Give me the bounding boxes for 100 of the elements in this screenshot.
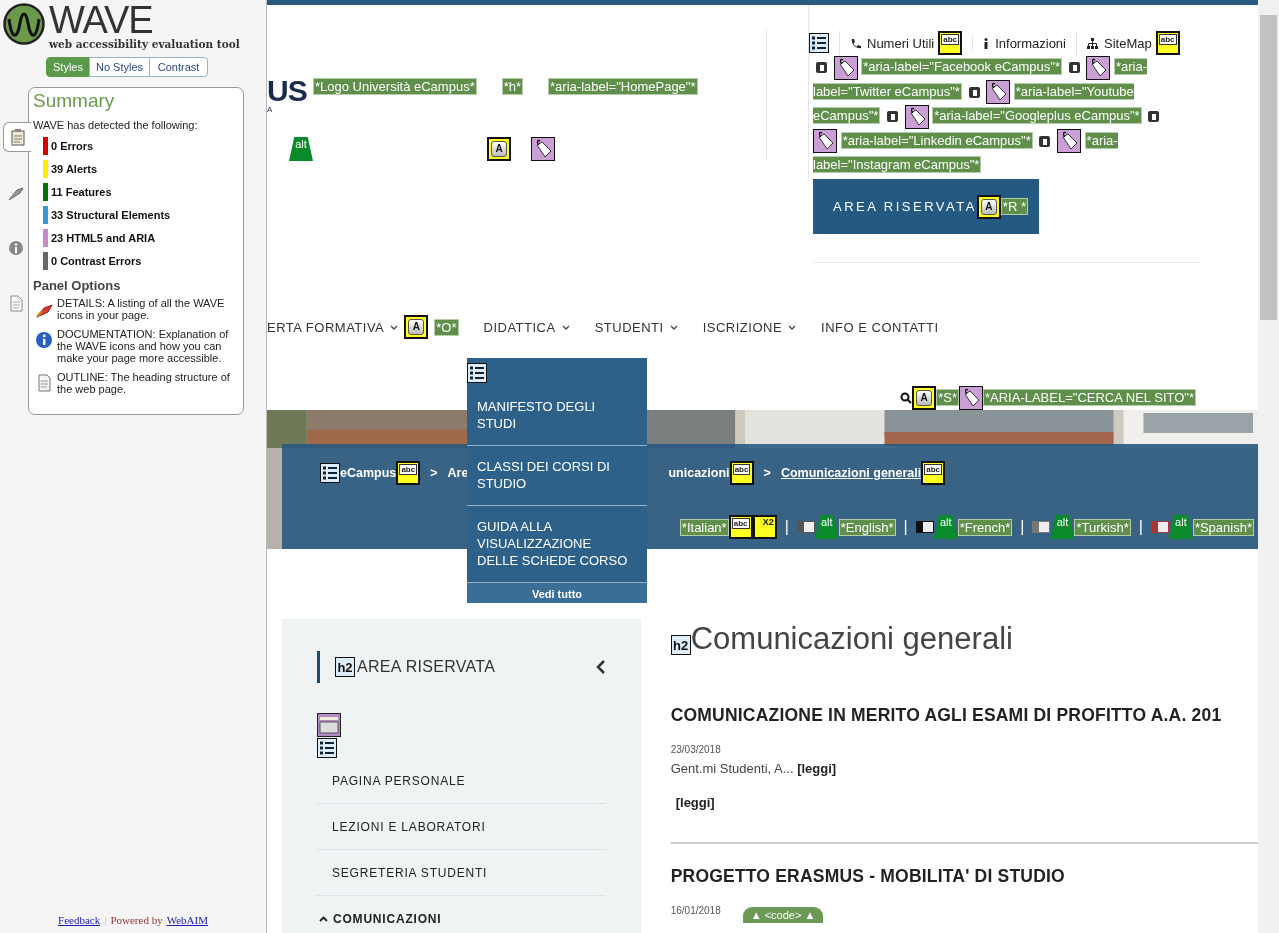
- sidebar-item-label: PAGINA PERSONALE: [332, 773, 466, 788]
- wave-label: *O*: [434, 318, 459, 336]
- summary-intro: WAVE has detected the following:: [33, 119, 199, 131]
- view-tab[interactable]: Contrast: [149, 57, 209, 77]
- tag-icon: [904, 104, 929, 129]
- sidebar-item-label: LEZIONI E LABORATORI: [332, 819, 486, 834]
- tag-icon: [833, 55, 858, 80]
- sidebar-item[interactable]: PAGINA PERSONALE: [317, 758, 606, 804]
- wave-label: *h*: [501, 78, 524, 95]
- feedback-link[interactable]: Feedback: [58, 914, 101, 926]
- search-icon: [900, 391, 913, 404]
- tag-icon: [1056, 129, 1081, 154]
- separator: |: [784, 518, 789, 536]
- heading-icon: h2: [670, 635, 691, 655]
- sitemap-icon: [1087, 37, 1098, 49]
- key-icon: A: [404, 315, 429, 339]
- link-text: Numeri Utili: [867, 35, 935, 51]
- tag-icon: [1086, 55, 1111, 80]
- article-title[interactable]: PROGETTO ERASMUS - MOBILITA' DI STUDIO: [670, 866, 1258, 887]
- social-icon: [1039, 135, 1051, 147]
- link-text: Informazioni: [995, 35, 1066, 51]
- nav-link[interactable]: ERTA FORMATIVA: [267, 319, 385, 335]
- reserved-area-button[interactable]: AREA RISERVATA A *R *: [813, 179, 1039, 235]
- nav-link[interactable]: STUDENTI: [594, 319, 664, 335]
- powered-by-text: Powered by: [110, 914, 163, 926]
- abc-icon: abc: [729, 461, 754, 485]
- article-date: 23/03/2018: [670, 744, 722, 755]
- key-icon: A: [912, 385, 937, 410]
- sidebar-item-label: COMUNICAZIONI: [333, 911, 442, 926]
- social-icon: [886, 111, 898, 123]
- separator: |: [1138, 518, 1143, 536]
- page-heading: Comunicazioni generali: [690, 623, 1013, 655]
- logo-text[interactable]: US: [267, 76, 313, 106]
- link-text: Are: [447, 466, 469, 480]
- summary-count[interactable]: 0 Contrast Errors: [51, 254, 142, 267]
- info-icon: [983, 37, 990, 49]
- wave-logo-icon: [3, 3, 45, 45]
- sidebar-item[interactable]: SEGRETERIA STUDENTI: [317, 850, 606, 896]
- menu-item[interactable]: CLASSI DEI CORSI DI STUDIO: [467, 446, 647, 506]
- key-icon: A: [487, 137, 511, 161]
- app-title: WAVE: [49, 3, 153, 37]
- app-subtitle: web accessibility evaluation tool: [49, 38, 240, 50]
- social-icon: [968, 86, 980, 98]
- abc-icon: abc: [728, 515, 753, 539]
- summary-count[interactable]: 33 Structural Elements: [51, 208, 171, 221]
- separator: |: [1020, 518, 1025, 536]
- sidebar-item[interactable]: LEZIONI E LABORATORI: [317, 804, 606, 850]
- scrollbar[interactable]: [1258, 0, 1279, 933]
- nav-link[interactable]: ISCRIZIONE: [702, 319, 783, 335]
- summary-count[interactable]: 0 Errors: [51, 139, 94, 152]
- alt-icon: alt: [814, 515, 839, 539]
- nav-link[interactable]: DIDATTICA: [483, 319, 556, 335]
- list-icon: [317, 738, 337, 758]
- tag-icon: [986, 80, 1011, 105]
- link-text: unicazioni: [668, 466, 730, 480]
- social-icon: [816, 62, 827, 74]
- separator: >: [763, 466, 771, 480]
- summary-tab-icon: [8, 128, 27, 146]
- heading-icon: h2: [335, 657, 355, 677]
- view-tab[interactable]: No Styles: [88, 57, 151, 77]
- alt-icon: alt: [1168, 515, 1193, 539]
- breadcrumb-link[interactable]: Comunicazioni generali: [780, 466, 922, 480]
- wave-label: *Spanish*: [1192, 518, 1254, 536]
- tag-icon: [959, 385, 983, 410]
- panel-tab[interactable]: [3, 122, 31, 152]
- panel-title: Summary: [33, 90, 116, 112]
- separator: |: [903, 518, 908, 536]
- article-excerpt: Gent.mi Studenti, A... [leggi]: [670, 761, 838, 776]
- article-title[interactable]: COMUNICAZIONE IN MERITO AGLI ESAMI DI PROFITTO A.A. 201: [670, 705, 1258, 726]
- alt-icon: alt: [289, 137, 313, 161]
- abc-icon: abc: [396, 461, 421, 485]
- documentation-icon: [35, 331, 53, 349]
- option-text: OUTLINE: The heading structure of the web page.: [57, 371, 231, 395]
- social-icon: [1068, 62, 1080, 74]
- menu-item[interactable]: MANIFESTO DEGLI STUDI: [467, 383, 647, 446]
- wave-label: *Logo Università eCampus*: [313, 78, 477, 95]
- alt-icon: alt: [1050, 515, 1075, 539]
- summary-count[interactable]: 23 HTML5 and ARIA: [51, 231, 156, 244]
- details-tab-icon: [7, 184, 25, 202]
- nav-link[interactable]: INFO E CONTATTI: [821, 319, 939, 335]
- read-more-link[interactable]: [leggi]: [675, 795, 1258, 810]
- outline-tab-icon: [7, 294, 25, 312]
- wave-label: *R *: [1000, 198, 1028, 216]
- webaim-link[interactable]: WebAIM: [166, 914, 208, 926]
- sidebar-item-label: SEGRETERIA STUDENTI: [332, 865, 488, 880]
- hand-icon: X2: [752, 515, 777, 539]
- caret-up-icon: [319, 915, 328, 922]
- wave-label: *ARIA-LABEL="CERCA NEL SITO"*: [983, 389, 1196, 406]
- chevron-left-icon[interactable]: [595, 660, 606, 674]
- wave-label: *English*: [838, 518, 896, 536]
- article-date: 16/01/2018 ▲ <code> ▲: [670, 905, 1258, 923]
- summary-count[interactable]: 11 Features: [51, 185, 112, 198]
- wave-label: *Italian*: [679, 518, 729, 536]
- see-all-link[interactable]: Vedi tutto: [467, 583, 647, 603]
- summary-count[interactable]: 39 Alerts: [51, 162, 98, 175]
- phone-icon: [850, 37, 861, 49]
- social-icon: [1148, 111, 1160, 123]
- outline-icon: [35, 374, 53, 392]
- abc-icon: abc: [938, 31, 963, 55]
- sidebar-item[interactable]: COMUNICAZIONI: [317, 896, 606, 933]
